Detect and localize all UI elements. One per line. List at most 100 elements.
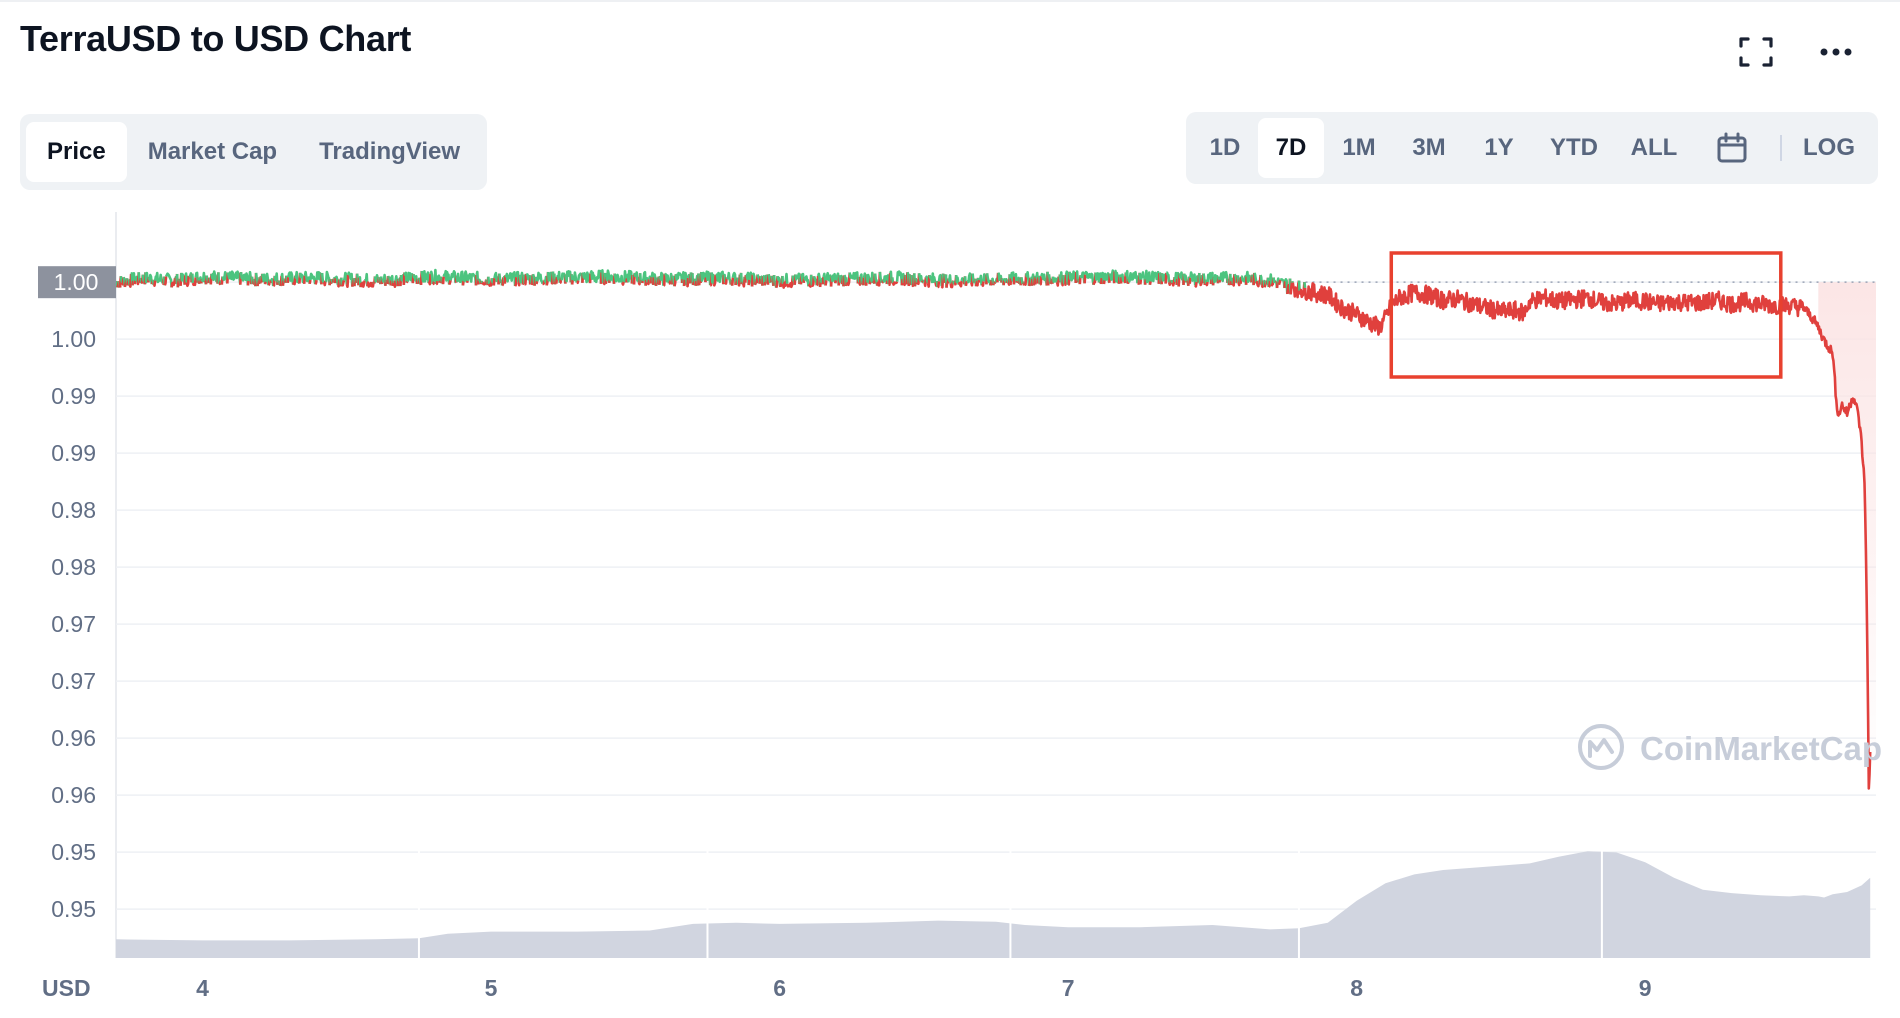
y-tick-label: 0.98 bbox=[51, 554, 96, 580]
price-line-segment bbox=[682, 279, 687, 287]
price-chart[interactable]: 1.00 0.99 0.99 0.98 0.98 0.97 0.97 0.96 0.96 0.95… bbox=[0, 0, 1900, 1018]
price-line-segment bbox=[1277, 279, 1282, 286]
price-line-segment bbox=[1148, 281, 1152, 286]
price-line-segment bbox=[952, 280, 956, 285]
price-line-segment bbox=[513, 276, 518, 287]
price-line-segment bbox=[730, 277, 735, 286]
price-line-segment bbox=[1009, 278, 1013, 286]
price-line-segment bbox=[1205, 281, 1209, 287]
price-line-segment bbox=[480, 280, 484, 284]
price-line-segment bbox=[546, 271, 553, 283]
price-line-segment bbox=[1170, 279, 1174, 284]
price-line-segment bbox=[891, 280, 899, 286]
volume-shape bbox=[116, 851, 1871, 958]
price-line-segment bbox=[781, 275, 785, 284]
price-line-segment bbox=[435, 280, 439, 286]
price-line-segment bbox=[1039, 276, 1043, 286]
price-line-segment bbox=[465, 280, 469, 284]
y-tick-label: 0.95 bbox=[51, 896, 96, 922]
price-line-segment bbox=[191, 273, 195, 284]
price-line-segment bbox=[936, 281, 941, 289]
x-tick-label: 4 bbox=[196, 975, 209, 1001]
price-line-segment bbox=[314, 279, 318, 286]
y-tick-label: 0.97 bbox=[51, 668, 96, 694]
price-line-segment bbox=[461, 280, 465, 286]
y-tick-label: 0.96 bbox=[51, 725, 96, 751]
y-axis-labels: 1.00 0.99 0.99 0.98 0.98 0.97 0.97 0.96 0.96 0.95… bbox=[51, 326, 96, 922]
price-line-segment bbox=[466, 272, 478, 286]
price-line-segment bbox=[152, 280, 157, 287]
price-line-segment bbox=[535, 280, 539, 285]
price-line-segment bbox=[1102, 280, 1106, 285]
price-line-segment bbox=[815, 275, 820, 287]
price-line-segment bbox=[487, 276, 491, 285]
price-line-segment bbox=[1297, 280, 1301, 291]
price-line-segment bbox=[1267, 280, 1272, 288]
price-line-segment bbox=[1002, 280, 1006, 286]
y-tick-label: 0.97 bbox=[51, 611, 96, 637]
price-line-segment bbox=[246, 280, 250, 286]
badge-text: 1.00 bbox=[54, 269, 99, 295]
price-line-segment bbox=[651, 277, 656, 286]
x-tick-label: 6 bbox=[773, 975, 786, 1001]
price-line-segment bbox=[1012, 276, 1016, 285]
price-line-segment bbox=[420, 269, 430, 284]
watermark-text: CoinMarketCap bbox=[1640, 730, 1882, 767]
price-line-segment bbox=[1218, 279, 1222, 283]
price-line-segment bbox=[1139, 279, 1143, 285]
price-line-segment bbox=[1188, 277, 1192, 284]
y-tick-label: 0.99 bbox=[51, 440, 96, 466]
price-line-segment bbox=[891, 277, 895, 283]
price-line-segment bbox=[640, 280, 645, 284]
price-line-segment bbox=[964, 280, 969, 287]
price-line-segment bbox=[809, 274, 814, 286]
price-line-segment bbox=[750, 274, 755, 287]
price-line-segment bbox=[524, 273, 528, 286]
price-line-segment bbox=[263, 281, 268, 285]
price-line-segment bbox=[1194, 281, 1198, 288]
price-line-segment bbox=[504, 270, 517, 287]
price-line-segment bbox=[710, 272, 715, 285]
price-line-segment bbox=[239, 271, 250, 286]
price-line bbox=[114, 268, 1872, 790]
price-line-segment bbox=[133, 280, 137, 285]
price-line-segment bbox=[1290, 280, 1294, 284]
x-tick-label: 7 bbox=[1062, 975, 1075, 1001]
price-line-segment bbox=[286, 277, 290, 283]
price-line-segment bbox=[1098, 281, 1101, 284]
price-line-segment bbox=[405, 280, 409, 284]
price-line-segment bbox=[392, 280, 397, 289]
current-price-badge: 1.00 bbox=[38, 266, 116, 299]
y-tick-label: 1.00 bbox=[51, 326, 96, 352]
price-line-segment bbox=[576, 280, 580, 285]
price-line-segment bbox=[1164, 272, 1168, 284]
price-line-segment bbox=[668, 280, 672, 285]
price-line-segment bbox=[1015, 280, 1019, 284]
y-tick-label: 0.96 bbox=[51, 782, 96, 808]
y-tick-label: 0.99 bbox=[51, 383, 96, 409]
x-tick-label: 8 bbox=[1350, 975, 1363, 1001]
volume-area bbox=[116, 850, 1871, 958]
price-line-segment bbox=[302, 275, 307, 284]
price-line-segment bbox=[662, 273, 667, 287]
price-line-segment bbox=[1198, 272, 1202, 285]
price-line-segment bbox=[492, 277, 496, 286]
x-axis-labels: 4 5 6 7 8 9 bbox=[196, 975, 1651, 1001]
price-line-segment bbox=[570, 279, 575, 285]
price-line-segment bbox=[1303, 281, 1307, 289]
price-line-segment bbox=[834, 280, 838, 284]
price-line-segment bbox=[345, 274, 350, 289]
price-line-segment bbox=[217, 272, 221, 284]
price-line-segment bbox=[646, 279, 651, 286]
price-line-segment bbox=[1283, 281, 1287, 289]
price-line-segment bbox=[1083, 274, 1087, 284]
price-line-segment bbox=[824, 280, 828, 286]
price-line-segment bbox=[966, 272, 973, 284]
price-line-segment bbox=[448, 279, 452, 286]
highlight-box bbox=[1389, 251, 1783, 379]
x-tick-label: 5 bbox=[485, 975, 498, 1001]
price-line-segment bbox=[322, 280, 327, 287]
price-line-segment bbox=[163, 276, 168, 286]
price-line-segment bbox=[432, 281, 436, 286]
price-line-segment bbox=[308, 279, 312, 285]
